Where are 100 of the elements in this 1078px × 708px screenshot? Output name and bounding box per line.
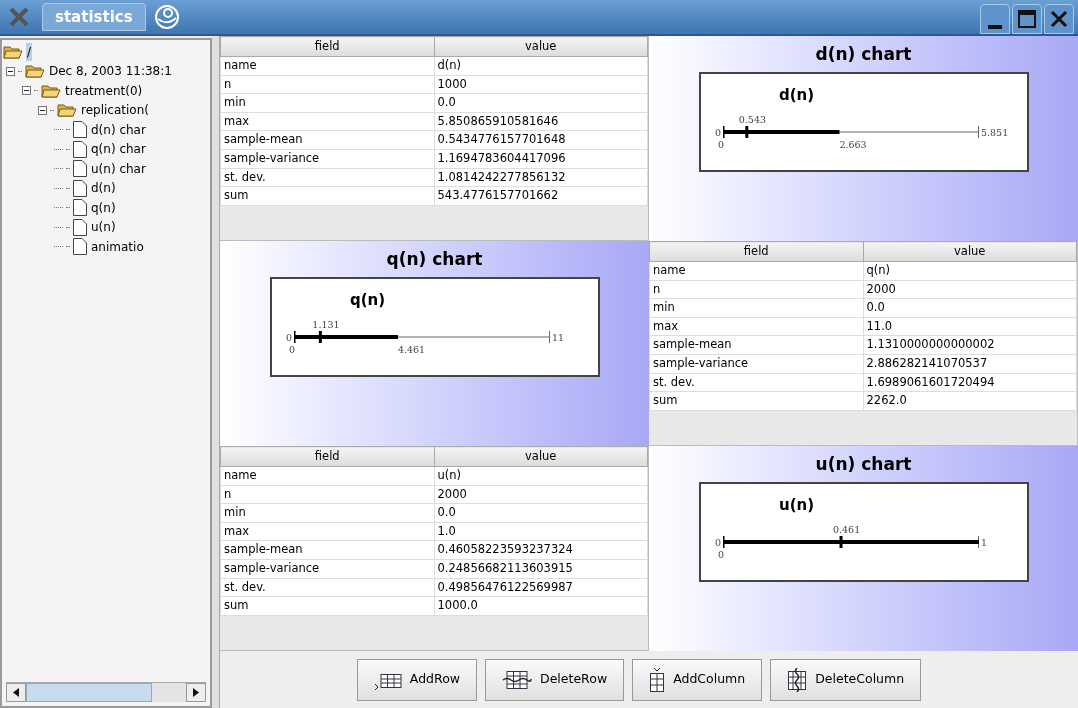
tree-item[interactable]: / (26, 42, 33, 61)
chart-subtitle: u(n) (778, 495, 814, 514)
minimize-icon (988, 25, 1002, 29)
maximize-button[interactable] (1012, 4, 1042, 34)
toolbar-button[interactable]: DeleteColumn (770, 658, 922, 701)
close-button[interactable] (1044, 4, 1074, 34)
table-cell: sum (220, 186, 434, 206)
table-cell: 0.0 (863, 298, 1077, 318)
table-cell: 0.24856682113603915 (434, 559, 648, 579)
axis-label: 0 (288, 343, 295, 355)
table-cell: name (220, 56, 434, 76)
tree-item[interactable]: u(n) (90, 218, 117, 237)
table-cell: min (220, 503, 434, 523)
tree-item[interactable]: treatment(0) (64, 81, 144, 100)
column-header[interactable]: value (434, 446, 648, 467)
delete-column-icon (787, 667, 808, 692)
column-header[interactable]: field (220, 446, 434, 467)
axis-label: 5.851 (980, 126, 1008, 138)
table-cell: 0.49856476122569987 (434, 578, 648, 597)
toolbar-button[interactable]: DeleteRow (485, 658, 625, 701)
tree-item[interactable]: u(n) char (90, 159, 147, 178)
table-cell: u(n) (434, 466, 648, 486)
table-cell: min (649, 298, 863, 318)
swirl-icon[interactable] (153, 4, 180, 30)
table-cell: 1.0 (434, 522, 648, 541)
table-cell: 5.850865910581646 (434, 112, 648, 131)
table-cell: 1.6989061601720494 (863, 373, 1077, 392)
table-cell: 1.1694783604417096 (434, 149, 648, 169)
delete-row-icon (502, 669, 533, 690)
chart-title: u(n) chart (815, 453, 912, 476)
column-header[interactable]: field (649, 241, 863, 262)
folder-icon (25, 64, 45, 79)
table-cell: sample-mean (220, 540, 434, 560)
document-icon (73, 238, 87, 256)
axis-label: 0 (714, 126, 721, 138)
tree-item[interactable]: animatio (90, 237, 145, 256)
right-arrow-icon (193, 688, 199, 697)
collapse-icon[interactable] (38, 105, 47, 115)
value-label: 0.461 (832, 523, 860, 535)
folder-icon (3, 44, 23, 59)
window-title: statistics (55, 6, 133, 28)
document-icon (73, 199, 87, 217)
value-label: 1.131 (311, 318, 340, 330)
table-cell: 1.1310000000000002 (863, 335, 1077, 355)
document-icon (73, 140, 87, 158)
table-cell: sum (220, 596, 434, 616)
table-cell: min (220, 93, 434, 113)
toolbar-button[interactable]: AddRow (356, 658, 478, 701)
chart-title: d(n) chart (815, 43, 912, 66)
table-cell: st. dev. (220, 168, 434, 187)
table-cell: q(n) (863, 261, 1077, 281)
scroll-thumb[interactable] (26, 683, 152, 702)
table-cell: 0.46058223593237324 (434, 540, 648, 560)
table-cell: sample-mean (649, 335, 863, 355)
chart-title: q(n) chart (386, 248, 483, 271)
tree-item[interactable]: replication( (80, 101, 150, 120)
tree-item[interactable]: d(n) char (90, 120, 147, 139)
table-cell: sample-variance (220, 559, 434, 579)
table-cell: 1000 (434, 75, 648, 94)
column-header[interactable]: value (863, 241, 1077, 262)
table-cell: 2262.0 (863, 391, 1077, 411)
table-cell: name (649, 261, 863, 281)
close-icon (1050, 10, 1068, 28)
table-cell: n (649, 280, 863, 299)
table-cell: 543.4776157701662 (434, 186, 648, 206)
horizontal-scrollbar[interactable] (6, 682, 206, 702)
chart-subtitle: d(n) (778, 85, 814, 104)
table-cell: name (220, 466, 434, 486)
table-cell: 11.0 (863, 317, 1077, 336)
scroll-left-button[interactable] (6, 683, 26, 702)
table-cell: sum (649, 391, 863, 411)
table-cell: max (220, 522, 434, 541)
table-cell: n (220, 485, 434, 504)
value-label: 2.663 (839, 138, 867, 150)
value-label: 4.461 (397, 343, 425, 355)
table-cell: 2000 (863, 280, 1077, 299)
collapse-icon[interactable] (22, 86, 31, 96)
table-cell: sample-variance (649, 354, 863, 374)
minimize-button[interactable] (980, 4, 1010, 34)
add-column-icon (649, 667, 666, 692)
chart-subtitle: q(n) (349, 290, 385, 309)
column-header[interactable]: value (434, 36, 648, 57)
folder-icon (57, 103, 77, 118)
folder-icon (41, 83, 61, 98)
axis-label: 0 (714, 536, 721, 548)
collapse-icon[interactable] (6, 66, 15, 76)
toolbar-button[interactable]: AddColumn (632, 658, 763, 701)
tree-item[interactable]: q(n) (90, 198, 117, 217)
table-cell: sample-variance (220, 149, 434, 169)
tree-item[interactable]: q(n) char (90, 140, 147, 159)
column-header[interactable]: field (220, 36, 434, 57)
tree-item[interactable]: d(n) (90, 179, 117, 198)
table-cell: d(n) (434, 56, 648, 76)
left-arrow-icon (13, 688, 19, 697)
tree-item[interactable]: Dec 8, 2003 11:38:1 (48, 62, 173, 81)
scroll-right-button[interactable] (186, 683, 206, 702)
table-cell: 0.0 (434, 503, 648, 523)
table-cell: sample-mean (220, 130, 434, 150)
document-icon (73, 179, 87, 197)
table-cell: 0.0 (434, 93, 648, 113)
